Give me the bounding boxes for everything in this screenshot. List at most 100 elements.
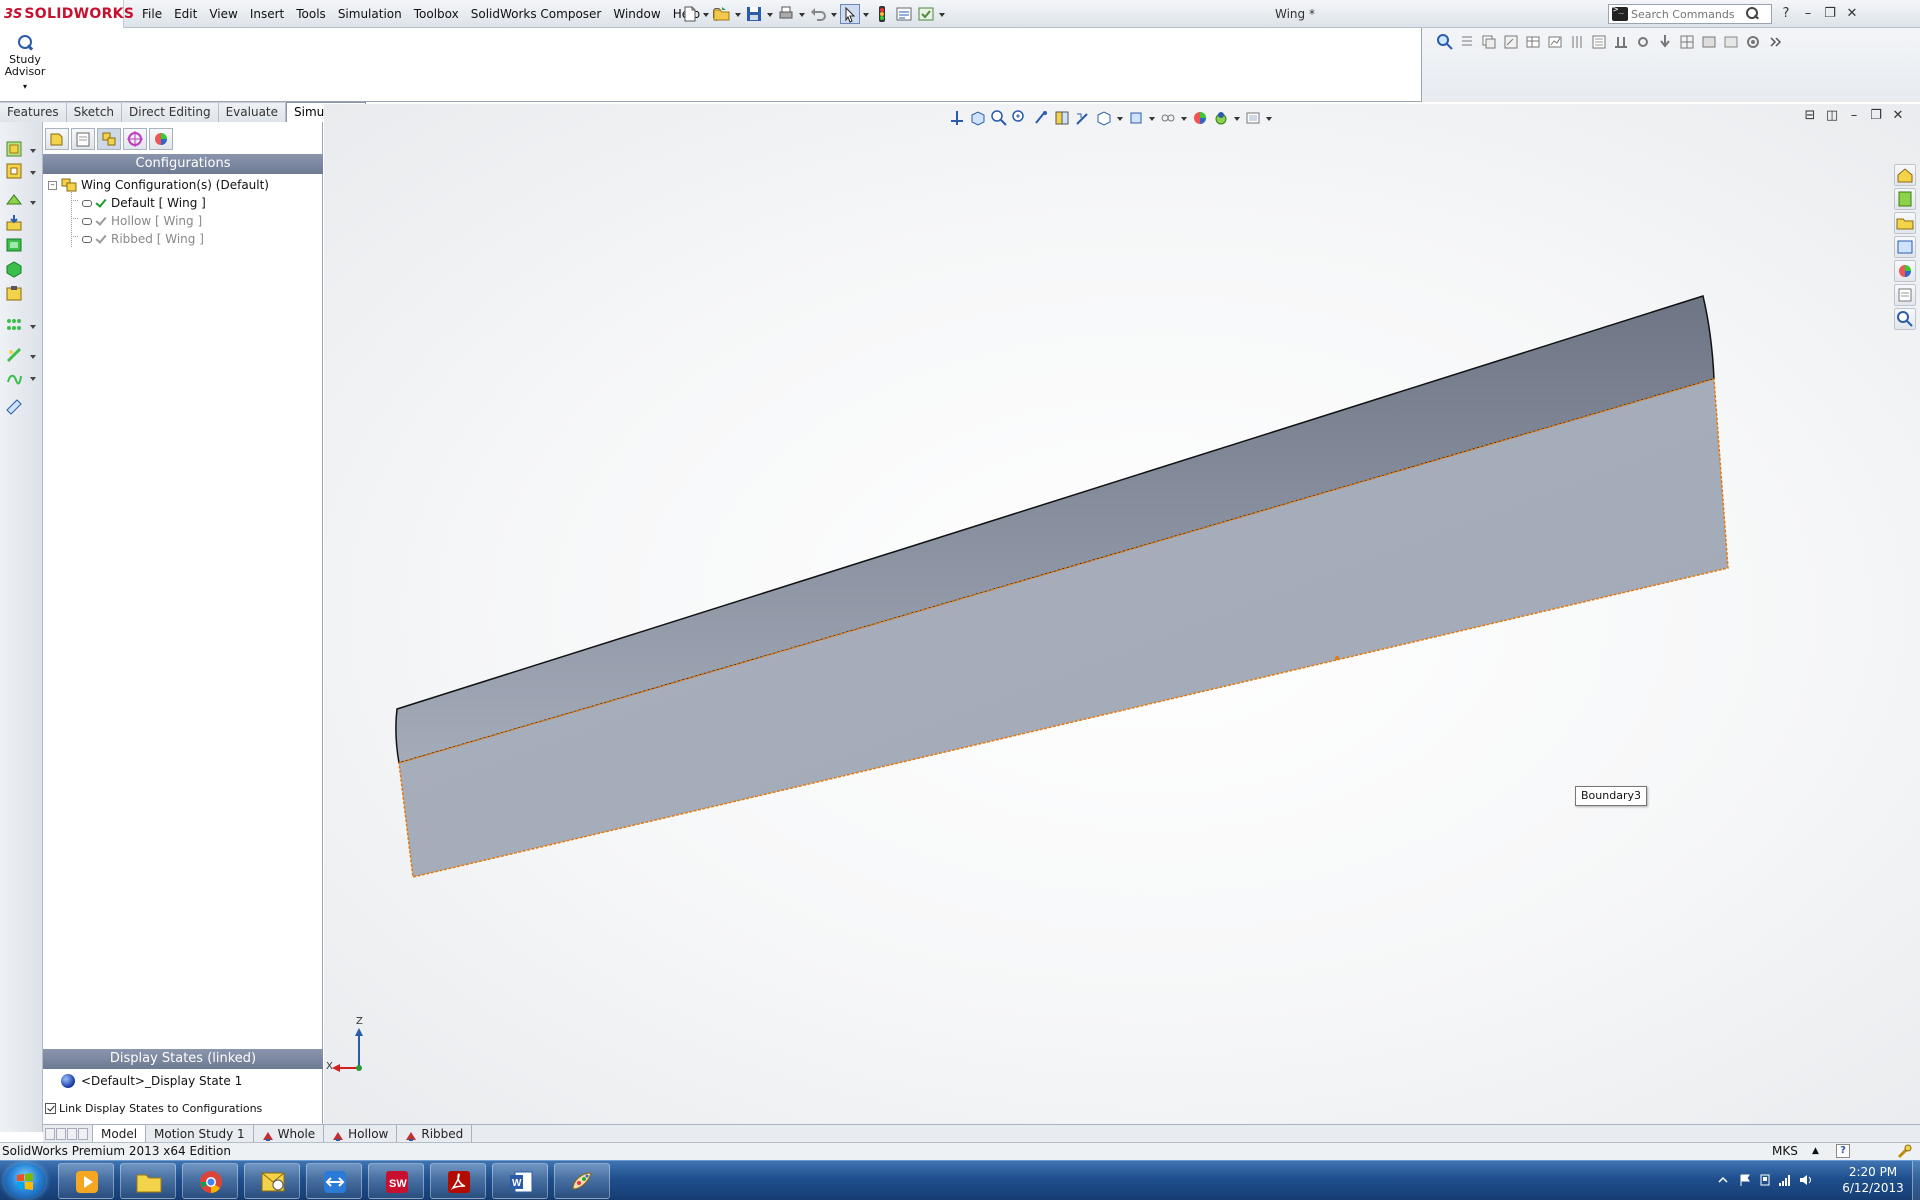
- run-icon[interactable]: [1700, 33, 1718, 51]
- appearances-scenes-icon[interactable]: [1894, 260, 1916, 282]
- device-icon[interactable]: [1758, 1173, 1772, 1187]
- chart-icon[interactable]: [1546, 33, 1564, 51]
- feature-manager-tab[interactable]: [45, 128, 69, 150]
- tile-vertical-icon[interactable]: ◫: [1824, 108, 1840, 124]
- teamviewer-taskbar-button[interactable]: [306, 1163, 362, 1199]
- options-icon[interactable]: [916, 4, 936, 24]
- tab-motion-study-1[interactable]: Motion Study 1: [146, 1125, 254, 1142]
- config-ribbed[interactable]: Ribbed [ Wing ]: [81, 230, 204, 248]
- results-icon[interactable]: [1722, 33, 1740, 51]
- section-view-icon[interactable]: [1053, 109, 1071, 127]
- apply-material-icon[interactable]: [5, 162, 23, 180]
- run-study-icon[interactable]: [5, 284, 23, 302]
- edit-appearance-icon[interactable]: [1191, 109, 1209, 127]
- fixtures-advisor-icon[interactable]: [5, 192, 23, 210]
- search-commands-input[interactable]: [1631, 7, 1743, 21]
- mesh-icon[interactable]: [1678, 33, 1696, 51]
- deformed-dropdown-icon[interactable]: [30, 355, 36, 361]
- view-settings-dropdown-icon[interactable]: [1265, 108, 1273, 128]
- apply-scene-icon[interactable]: [1212, 109, 1230, 127]
- deformed-result-icon[interactable]: [5, 346, 23, 364]
- menu-window[interactable]: Window: [607, 7, 666, 21]
- dimxpert-manager-tab[interactable]: [123, 128, 147, 150]
- link-display-states-checkbox[interactable]: Link Display States to Configurations: [45, 1102, 262, 1115]
- taskbar-clock[interactable]: 2:20 PM 6/12/2013: [1838, 1164, 1908, 1196]
- next-tab-icon[interactable]: [67, 1127, 77, 1140]
- previous-view-icon[interactable]: [1032, 109, 1050, 127]
- open-folder-icon[interactable]: [712, 4, 732, 24]
- viewport-restore-icon[interactable]: ❐: [1868, 108, 1884, 124]
- word-taskbar-button[interactable]: W: [492, 1163, 548, 1199]
- tab-hollow[interactable]: Hollow: [324, 1125, 398, 1142]
- solidworks-taskbar-button[interactable]: SW: [368, 1163, 424, 1199]
- compare-results-icon[interactable]: [5, 368, 23, 386]
- close-icon[interactable]: ✕: [1844, 6, 1860, 22]
- edit-icon[interactable]: [1502, 33, 1520, 51]
- hide-show-items-icon[interactable]: [1159, 109, 1177, 127]
- open-dropdown-icon[interactable]: [734, 4, 742, 24]
- report-icon[interactable]: [5, 398, 23, 416]
- undo-icon[interactable]: [808, 4, 828, 24]
- list-detail-icon[interactable]: [1590, 33, 1608, 51]
- settings-icon[interactable]: [1744, 33, 1762, 51]
- zoom-to-area-icon[interactable]: [1011, 109, 1029, 127]
- table-icon[interactable]: [1524, 33, 1542, 51]
- fixture-icon[interactable]: [1612, 33, 1630, 51]
- expand-toolbar-icon[interactable]: [1766, 33, 1784, 51]
- menu-file[interactable]: File: [136, 7, 168, 21]
- view-orientation-dropdown-icon[interactable]: [1095, 109, 1113, 127]
- file-explorer-icon[interactable]: [1894, 212, 1916, 234]
- chrome-taskbar-button[interactable]: [182, 1163, 238, 1199]
- print-dropdown-icon[interactable]: [798, 4, 806, 24]
- unit-system-dropdown-icon[interactable]: ▲: [1812, 1143, 1819, 1160]
- viewport-minimize-icon[interactable]: –: [1846, 108, 1862, 124]
- save-dropdown-icon[interactable]: [766, 4, 774, 24]
- config-hollow[interactable]: Hollow [ Wing ]: [81, 212, 202, 230]
- zoom-to-fit-icon[interactable]: [990, 109, 1008, 127]
- network-signal-icon[interactable]: [1778, 1173, 1792, 1187]
- viewport-close-icon[interactable]: ✕: [1890, 108, 1906, 124]
- collapse-toggle-icon[interactable]: –: [48, 180, 57, 190]
- chevron-down-icon[interactable]: ▾: [4, 81, 46, 93]
- load-icon[interactable]: [1656, 33, 1674, 51]
- tab-sketch[interactable]: Sketch: [66, 102, 123, 122]
- rebuild-status-icon[interactable]: [1896, 1144, 1912, 1160]
- tab-model[interactable]: Model: [92, 1125, 147, 1142]
- view-settings-icon[interactable]: [1244, 109, 1262, 127]
- file-properties-icon[interactable]: [894, 4, 914, 24]
- undo-dropdown-icon[interactable]: [830, 4, 838, 24]
- menu-toolbox[interactable]: Toolbox: [408, 7, 465, 21]
- list-icon[interactable]: [1458, 33, 1476, 51]
- display-style-dropdown-icon[interactable]: [1148, 108, 1156, 128]
- select-dropdown-icon[interactable]: [862, 4, 870, 24]
- menu-simulation[interactable]: Simulation: [332, 7, 408, 21]
- paint-taskbar-button[interactable]: [554, 1163, 610, 1199]
- new-document-icon[interactable]: [680, 4, 700, 24]
- file-explorer-taskbar-button[interactable]: [120, 1163, 176, 1199]
- external-loads-icon[interactable]: [5, 214, 23, 232]
- results-advisor-icon[interactable]: [5, 316, 23, 334]
- menu-solidworks-composer[interactable]: SolidWorks Composer: [465, 7, 608, 21]
- config-default[interactable]: Default [ Wing ]: [81, 194, 206, 212]
- configuration-manager-tab[interactable]: [97, 128, 121, 150]
- scene-dropdown-icon[interactable]: [1233, 108, 1241, 128]
- results-dropdown-icon[interactable]: [30, 325, 36, 331]
- shell-manager-icon[interactable]: [5, 260, 23, 278]
- new-dropdown-icon[interactable]: [702, 4, 710, 24]
- previous-tab-icon[interactable]: [56, 1127, 66, 1140]
- volume-icon[interactable]: [1798, 1173, 1812, 1187]
- menu-tools[interactable]: Tools: [290, 7, 332, 21]
- print-icon[interactable]: [776, 4, 796, 24]
- hide-show-dropdown-icon[interactable]: [1180, 108, 1188, 128]
- restore-icon[interactable]: ❐: [1822, 6, 1838, 22]
- compare-dropdown-icon[interactable]: [30, 377, 36, 383]
- checkbox-checked-icon[interactable]: [45, 1103, 56, 1114]
- options-dropdown-icon[interactable]: [938, 4, 946, 24]
- tab-whole[interactable]: Whole: [254, 1125, 325, 1142]
- display-style-icon[interactable]: [1127, 109, 1145, 127]
- save-icon[interactable]: [744, 4, 764, 24]
- display-state-item[interactable]: <Default>_Display State 1: [61, 1072, 242, 1090]
- study-advisor-button[interactable]: Study Advisor ▾: [4, 34, 46, 93]
- menu-edit[interactable]: Edit: [168, 7, 203, 21]
- cube-view-icon[interactable]: [969, 109, 987, 127]
